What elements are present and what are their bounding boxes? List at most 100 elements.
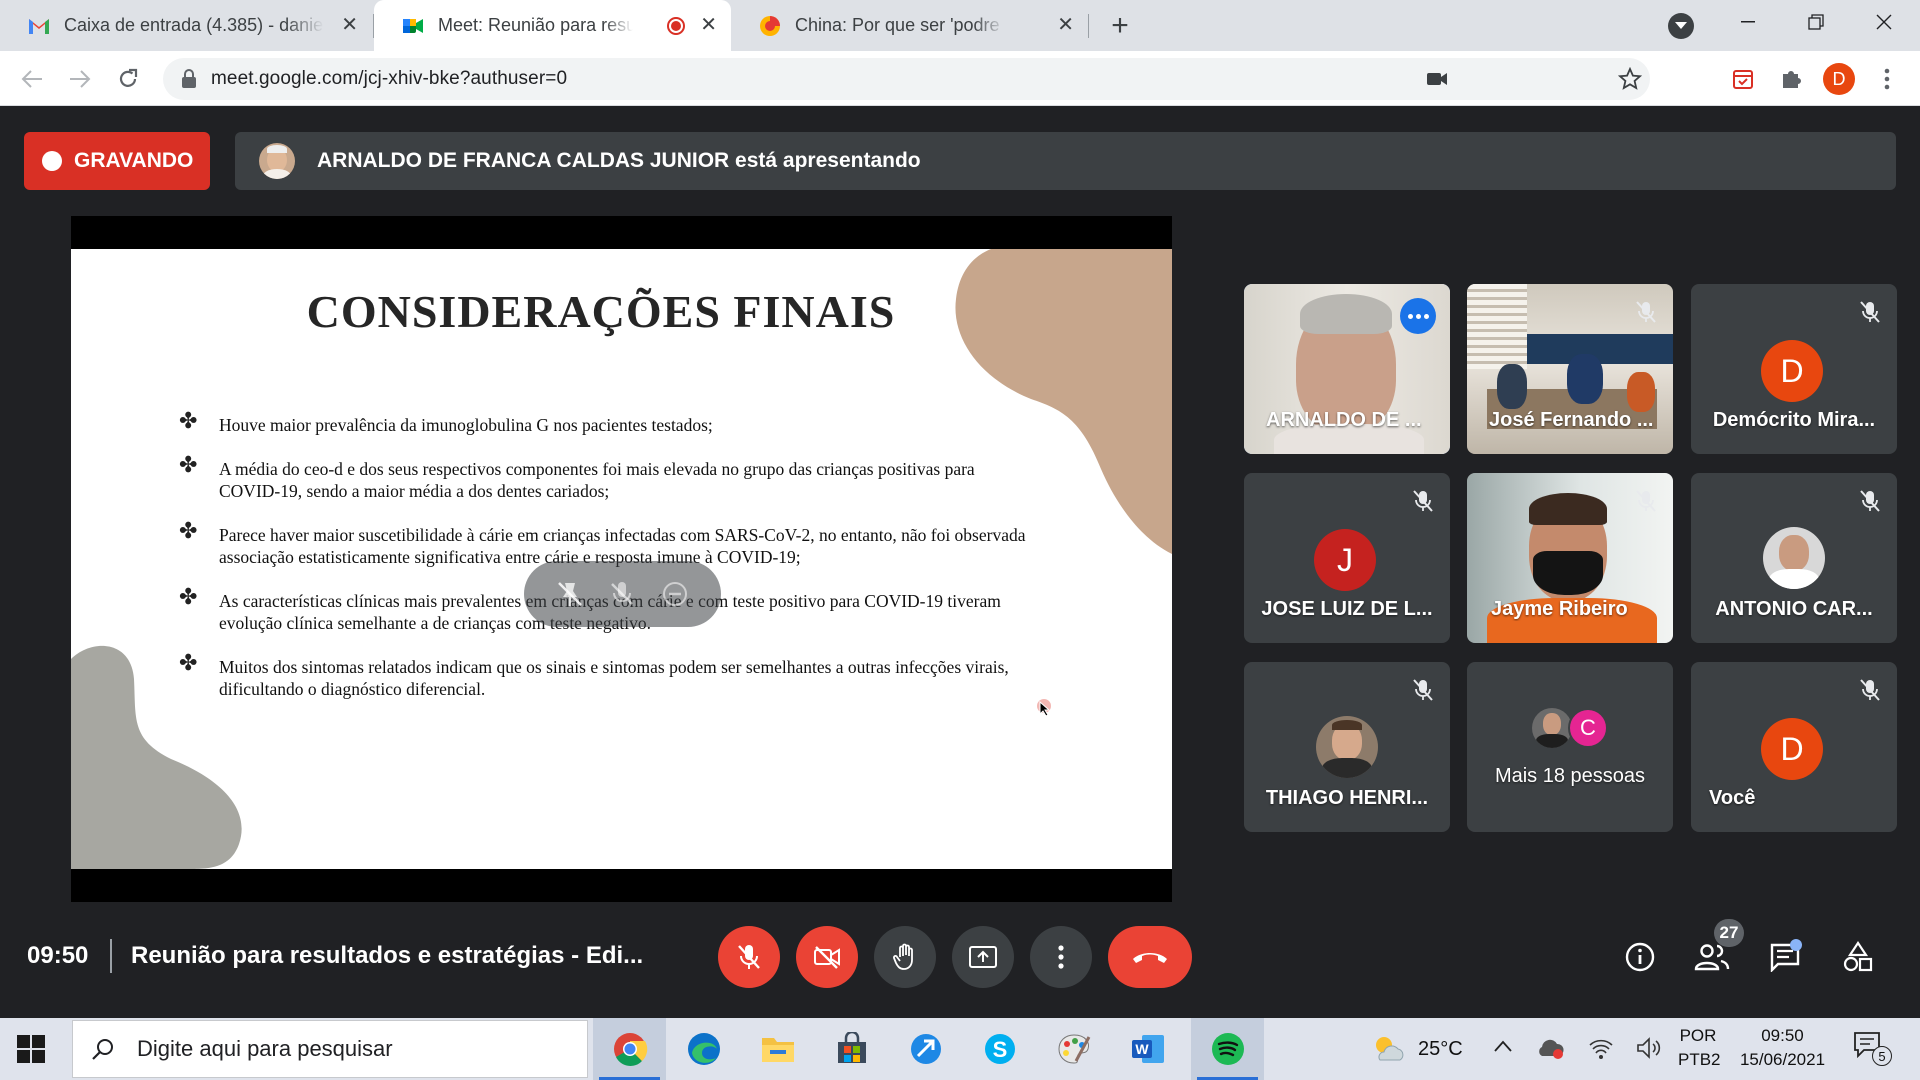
- tab-search-button[interactable]: [1668, 13, 1694, 39]
- search-icon: [92, 1039, 113, 1060]
- arrow-right-icon: [70, 70, 91, 88]
- tab-label: China: Por que ser 'podre de rico': [795, 15, 1005, 35]
- system-clock[interactable]: 09:50 15/06/2021: [1730, 1024, 1835, 1076]
- present-screen-button[interactable]: [952, 926, 1014, 988]
- star-icon[interactable]: [1618, 67, 1642, 91]
- meeting-title: Reunião para resultados e estratégias - …: [131, 942, 644, 969]
- extensions-button[interactable]: [1776, 64, 1806, 94]
- taskbar-word[interactable]: W: [1111, 1018, 1184, 1080]
- taskbar-store[interactable]: [815, 1018, 888, 1080]
- more-options-button[interactable]: [1030, 926, 1092, 988]
- cloud-sync-icon[interactable]: [1536, 1036, 1566, 1060]
- mic-off-icon: [1636, 301, 1656, 323]
- minimize-button[interactable]: [1714, 0, 1782, 44]
- news-icon: [759, 15, 781, 37]
- taskbar-chrome[interactable]: [593, 1018, 666, 1080]
- taskbar-skype[interactable]: S: [963, 1018, 1036, 1080]
- address-bar[interactable]: meet.google.com/jcj-xhiv-bke?authuser=0: [163, 58, 1650, 100]
- people-icon: [1694, 944, 1730, 971]
- participant-tile[interactable]: José Fernando ...: [1467, 284, 1673, 454]
- chevron-up-icon[interactable]: [1494, 1040, 1512, 1052]
- tab-meet[interactable]: Meet: Reunião para resultados ✕: [374, 0, 731, 51]
- profile-initial: D: [1832, 68, 1846, 89]
- notification-center-button[interactable]: 5: [1852, 1030, 1896, 1070]
- chrome-icon: [613, 1033, 647, 1066]
- slide-bullet: ✤ A média do ceo-d e dos seus respectivos…: [179, 454, 1039, 502]
- participant-count-badge: 27: [1714, 919, 1744, 947]
- participant-tile[interactable]: Jayme Ribeiro: [1467, 473, 1673, 643]
- slide-title: CONSIDERAÇÕES FINAIS: [306, 286, 896, 337]
- more-vert-icon: [1058, 945, 1064, 969]
- close-icon: [1876, 14, 1892, 30]
- pin-off-icon[interactable]: [555, 579, 585, 609]
- more-options-button[interactable]: [1400, 298, 1436, 334]
- taskbar-paint[interactable]: [1037, 1018, 1110, 1080]
- weather-widget[interactable]: 25°C: [1370, 1030, 1463, 1068]
- restore-button[interactable]: [1782, 0, 1850, 44]
- bullet-icon: ✤: [179, 518, 198, 543]
- close-tab-icon[interactable]: ✕: [341, 14, 358, 36]
- activities-button[interactable]: [1838, 937, 1878, 977]
- participant-tile[interactable]: ARNALDO DE ...: [1244, 284, 1450, 454]
- mouse-cursor-icon: [1039, 701, 1051, 717]
- reload-button[interactable]: [110, 61, 146, 97]
- participant-tile[interactable]: ANTONIO CAR...: [1691, 473, 1897, 643]
- browser-menu-button[interactable]: [1872, 64, 1902, 94]
- word-icon: W: [1131, 1035, 1164, 1063]
- microphone-toggle-button[interactable]: [718, 926, 780, 988]
- presenting-text: ARNALDO DE FRANCA CALDAS JUNIOR está apr…: [317, 149, 921, 172]
- camera-toggle-button[interactable]: [796, 926, 858, 988]
- chevron-down-icon: [1675, 22, 1687, 29]
- more-participants-label: Mais 18 pessoas: [1494, 765, 1646, 787]
- volume-icon[interactable]: [1636, 1036, 1662, 1060]
- taskbar-spotify[interactable]: [1191, 1018, 1264, 1080]
- slide-bullet: ✤ Muitos dos sintomas relatados indicam q…: [179, 652, 1039, 700]
- taskbar-app-blue[interactable]: [889, 1018, 962, 1080]
- forward-button[interactable]: [62, 61, 98, 97]
- profile-avatar[interactable]: D: [1823, 63, 1855, 95]
- mic-off-icon: [738, 945, 760, 969]
- mic-off-icon[interactable]: [607, 579, 637, 609]
- extension-button[interactable]: [1728, 64, 1758, 94]
- taskbar-edge[interactable]: [667, 1018, 740, 1080]
- more-participants-tile[interactable]: C Mais 18 pessoas: [1467, 662, 1673, 832]
- lock-icon: [182, 69, 196, 88]
- minimize-icon: [1741, 21, 1755, 23]
- self-view-tile[interactable]: D Você: [1691, 662, 1897, 832]
- calendar-extension-icon: [1733, 70, 1753, 89]
- participant-name: ARNALDO DE ...: [1266, 409, 1422, 431]
- spotify-icon: [1211, 1033, 1244, 1065]
- raise-hand-button[interactable]: [874, 926, 936, 988]
- taskbar-file-explorer[interactable]: [741, 1018, 814, 1080]
- tab-divider: [1088, 14, 1089, 38]
- remove-icon[interactable]: [660, 579, 690, 609]
- avatar-letter: C: [1580, 715, 1596, 740]
- taskbar-search-input[interactable]: Digite aqui para pesquisar: [72, 1020, 588, 1078]
- close-tab-icon[interactable]: ✕: [700, 14, 717, 36]
- language-indicator[interactable]: POR PTB2: [1678, 1024, 1721, 1076]
- clock-date: 15/06/2021: [1739, 1050, 1826, 1069]
- search-placeholder: Digite aqui para pesquisar: [137, 1036, 393, 1061]
- back-button[interactable]: [14, 61, 50, 97]
- participant-photo: [1763, 527, 1825, 589]
- store-icon: [837, 1032, 866, 1063]
- screen-share-view[interactable]: CONSIDERAÇÕES FINAIS ✤ Houve maior preval…: [71, 216, 1172, 902]
- tab-news[interactable]: China: Por que ser 'podre de rico' ✕: [731, 0, 1088, 51]
- leave-call-button[interactable]: [1108, 926, 1192, 988]
- bullet-icon: ✤: [179, 584, 198, 609]
- camera-blocked-icon[interactable]: [1426, 71, 1448, 87]
- slide-bullet: ✤ Houve maior prevalência da imunoglobuli…: [179, 410, 1039, 436]
- participant-tile[interactable]: D Demócrito Mira...: [1691, 284, 1897, 454]
- close-tab-icon[interactable]: ✕: [1057, 14, 1074, 36]
- network-icon[interactable]: [1588, 1036, 1614, 1060]
- participant-tile[interactable]: J JOSE LUIZ DE L...: [1244, 473, 1450, 643]
- mic-off-icon: [1860, 679, 1880, 701]
- windows-start-icon[interactable]: [16, 1034, 46, 1064]
- meeting-clock: 09:50: [27, 942, 89, 969]
- meet-stage: GRAVANDO ARNALDO DE FRANCA CALDAS JUNIOR…: [0, 107, 1920, 1018]
- new-tab-button[interactable]: +: [1100, 8, 1140, 44]
- tab-gmail[interactable]: Caixa de entrada (4.385) - daniel ✕: [0, 0, 372, 51]
- participant-tile[interactable]: THIAGO HENRI...: [1244, 662, 1450, 832]
- meeting-details-button[interactable]: [1620, 937, 1660, 977]
- close-window-button[interactable]: [1850, 0, 1918, 44]
